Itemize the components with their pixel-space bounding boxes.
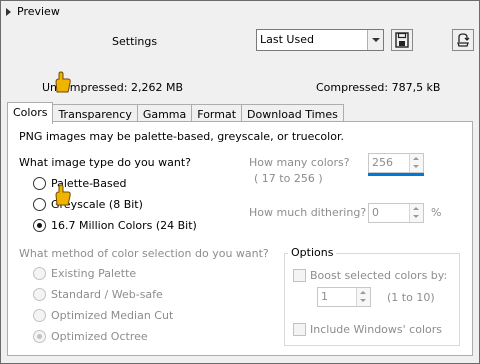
preview-toggle[interactable]: Preview (6, 5, 60, 18)
preview-label: Preview (17, 5, 60, 18)
radio-24bit-label[interactable]: 16.7 Million Colors (24 Bit) (51, 219, 197, 232)
radio-existing-palette[interactable] (33, 267, 46, 280)
boost-value: 1 (321, 290, 328, 303)
radio-web-safe[interactable] (33, 288, 46, 301)
colors-slider-bar[interactable] (368, 173, 424, 176)
include-windows-label[interactable]: Include Windows' colors (310, 323, 442, 336)
spinner-arrows-icon[interactable] (409, 204, 423, 222)
image-type-question: What image type do you want? (19, 156, 192, 169)
settings-select-value: Last Used (260, 33, 314, 46)
floppy-disk-icon (395, 32, 409, 48)
how-many-colors-value: 256 (372, 156, 393, 169)
pointing-hand-icon (55, 184, 71, 206)
compressed-size: Compressed: 787,5 kB (316, 81, 441, 94)
include-windows-checkbox[interactable] (293, 323, 306, 336)
colors-panel: PNG images may be palette-based, greysca… (7, 121, 473, 356)
how-many-colors-label: How many colors? (249, 156, 350, 169)
dithering-unit: % (431, 206, 442, 219)
pointing-hand-icon (55, 71, 71, 93)
trash-icon (457, 33, 470, 47)
radio-greyscale[interactable] (33, 198, 46, 211)
spinner-arrows-icon[interactable] (409, 154, 423, 172)
radio-24bit[interactable] (33, 219, 46, 232)
boost-label[interactable]: Boost selected colors by: (310, 269, 447, 282)
options-group-title: Options (288, 246, 337, 259)
dithering-value: 0 (372, 206, 379, 219)
boost-spinner[interactable]: 1 (317, 287, 371, 307)
radio-palette-based[interactable] (33, 177, 46, 190)
save-settings-button[interactable] (391, 29, 413, 51)
boost-range: (1 to 10) (387, 291, 435, 304)
intro-text: PNG images may be palette-based, greysca… (19, 130, 344, 143)
delete-settings-button[interactable] (452, 29, 474, 51)
radio-web-safe-label[interactable]: Standard / Web-safe (51, 288, 163, 301)
radio-existing-palette-label[interactable]: Existing Palette (51, 267, 136, 280)
how-many-colors-spinner[interactable]: 256 (368, 153, 424, 173)
settings-select[interactable]: Last Used (256, 29, 384, 51)
radio-median-cut[interactable] (33, 309, 46, 322)
how-many-colors-range: ( 17 to 256 ) (254, 172, 323, 185)
chevron-down-icon[interactable] (367, 30, 383, 50)
radio-octree-dot (37, 334, 42, 339)
settings-label: Settings (112, 35, 158, 48)
boost-checkbox[interactable] (293, 269, 306, 282)
expand-triangle-icon (6, 7, 11, 16)
method-question: What method of color selection do you wa… (19, 247, 269, 260)
radio-octree-label[interactable]: Optimized Octree (51, 330, 148, 343)
radio-median-cut-label[interactable]: Optimized Median Cut (51, 309, 173, 322)
dithering-spinner[interactable]: 0 (368, 203, 424, 223)
spinner-arrows-icon[interactable] (356, 288, 370, 306)
dithering-label: How much dithering? (249, 206, 367, 219)
tab-colors[interactable]: Colors (7, 102, 54, 124)
